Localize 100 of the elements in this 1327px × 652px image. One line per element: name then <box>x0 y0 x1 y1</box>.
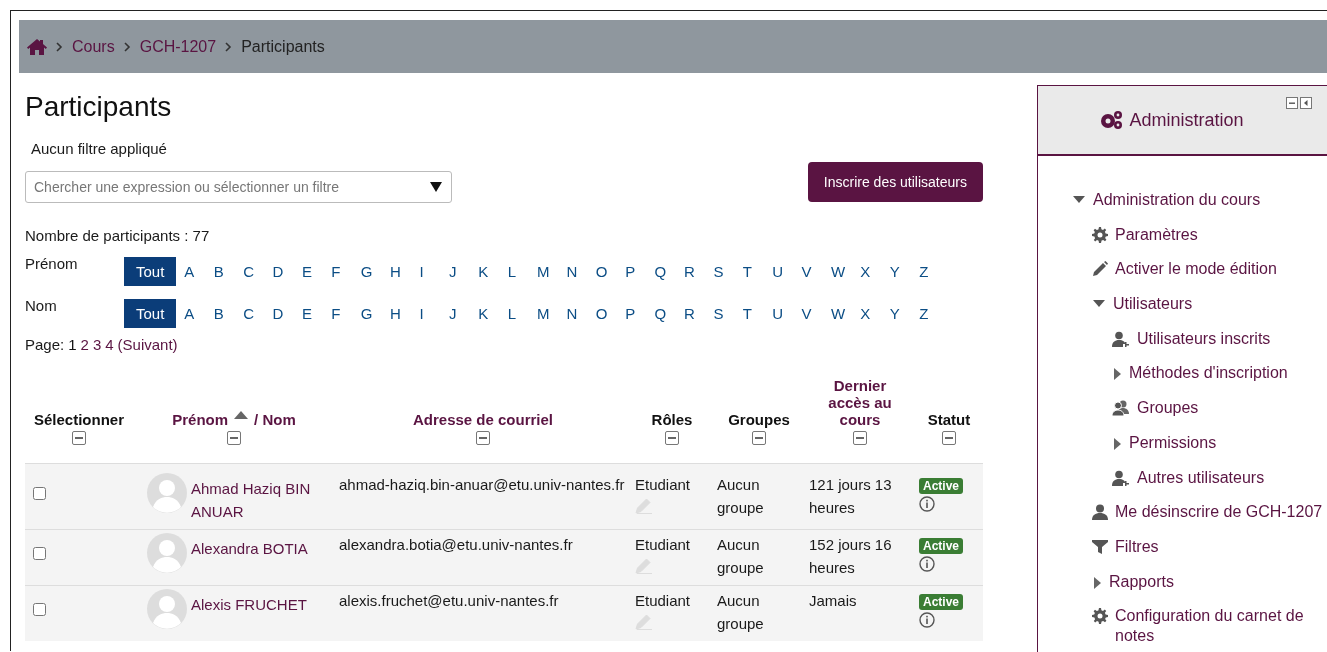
dock-icon[interactable] <box>1300 97 1312 109</box>
admin-menu-link[interactable]: Activer le mode édition <box>1115 259 1277 280</box>
column-header[interactable]: Prénom <box>172 411 229 428</box>
minimize-icon[interactable] <box>1286 97 1298 109</box>
filter-field[interactable]: Chercher une expression ou sélectionner un filtre <box>25 171 452 203</box>
row-checkbox[interactable] <box>33 603 46 616</box>
breadcrumb-link[interactable]: GCH-1207 <box>139 37 217 56</box>
initial-link[interactable]: R <box>684 263 714 280</box>
initial-link[interactable]: J <box>448 263 479 280</box>
admin-menu-link[interactable]: Paramètres <box>1115 224 1198 245</box>
initial-link[interactable]: F <box>331 305 361 322</box>
info-icon[interactable] <box>919 612 935 628</box>
admin-menu-link[interactable]: Groupes <box>1137 398 1199 419</box>
initial-link[interactable]: L <box>507 305 538 322</box>
initial-link[interactable]: C <box>243 263 273 280</box>
collapsed-caret-icon[interactable] <box>1092 576 1102 589</box>
initial-link[interactable]: Y <box>889 305 920 322</box>
admin-menu-link[interactable]: Méthodes d'inscription <box>1129 363 1288 384</box>
admin-menu-link[interactable]: Me désinscrire de GCH-1207 <box>1115 502 1323 523</box>
initial-link[interactable]: N <box>566 305 596 322</box>
initial-link[interactable]: N <box>566 263 596 280</box>
initial-link[interactable]: M <box>537 305 567 322</box>
row-checkbox[interactable] <box>33 547 46 560</box>
admin-menu-link[interactable]: Rapports <box>1109 571 1174 592</box>
initial-link[interactable]: G <box>360 305 391 322</box>
column-header[interactable]: Dernier accès au cours <box>820 377 900 428</box>
initial-link[interactable]: K <box>478 263 508 280</box>
collapse-icon[interactable] <box>72 431 86 445</box>
initial-link[interactable]: W <box>830 305 861 322</box>
info-icon[interactable] <box>919 556 935 572</box>
initial-link[interactable]: D <box>272 263 302 280</box>
initial-link[interactable]: A <box>184 305 214 322</box>
collapse-icon[interactable] <box>853 431 867 445</box>
initial-link[interactable]: W <box>830 263 861 280</box>
initial-link[interactable]: O <box>595 263 626 280</box>
collapse-icon[interactable] <box>665 431 679 445</box>
initial-link[interactable]: R <box>684 305 714 322</box>
dropdown-caret-icon[interactable] <box>430 182 442 192</box>
collapse-icon[interactable] <box>476 431 490 445</box>
admin-menu-link[interactable]: Filtres <box>1115 536 1159 557</box>
initial-link[interactable]: Q <box>654 305 684 322</box>
initial-link[interactable]: T <box>742 305 773 322</box>
initial-link[interactable]: M <box>537 263 567 280</box>
initial-link[interactable]: Z <box>919 305 949 322</box>
admin-menu-link[interactable]: Utilisateurs inscrits <box>1137 328 1271 349</box>
initial-link[interactable]: Tout <box>124 299 177 328</box>
column-header[interactable]: / Nom <box>254 411 296 428</box>
home-icon[interactable] <box>27 38 47 55</box>
initial-link[interactable]: H <box>390 305 420 322</box>
enrol-users-button[interactable]: Inscrire des utilisateurs <box>807 162 983 202</box>
initial-link[interactable]: S <box>713 305 743 322</box>
initial-link[interactable]: X <box>860 305 890 322</box>
initial-link[interactable]: V <box>801 263 831 280</box>
initial-link[interactable]: S <box>713 263 743 280</box>
row-checkbox[interactable] <box>33 487 46 500</box>
initial-link[interactable]: Y <box>889 263 920 280</box>
initial-link[interactable]: E <box>301 263 332 280</box>
collapsed-caret-icon[interactable] <box>1112 437 1122 450</box>
initial-link[interactable]: Z <box>919 263 949 280</box>
initial-link[interactable]: A <box>184 263 214 280</box>
info-icon[interactable] <box>919 496 935 512</box>
initial-link[interactable]: P <box>625 305 655 322</box>
initial-link[interactable]: C <box>243 305 273 322</box>
initial-link[interactable]: H <box>390 263 420 280</box>
collapsed-caret-icon[interactable] <box>1112 368 1122 381</box>
next-page-link[interactable]: (Suivant) <box>117 336 178 353</box>
initial-link[interactable]: G <box>360 263 391 280</box>
initial-link[interactable]: Tout <box>124 257 177 286</box>
initial-link[interactable]: X <box>860 263 890 280</box>
collapse-icon[interactable] <box>227 431 241 445</box>
initial-link[interactable]: P <box>625 263 655 280</box>
initial-link[interactable]: L <box>507 263 538 280</box>
collapse-icon[interactable] <box>752 431 766 445</box>
collapse-icon[interactable] <box>942 431 956 445</box>
expanded-caret-icon[interactable] <box>1072 195 1086 205</box>
column-header[interactable]: Adresse de courriel <box>339 411 627 428</box>
admin-menu-link[interactable]: Autres utilisateurs <box>1137 467 1265 488</box>
admin-menu-link[interactable]: Utilisateurs <box>1113 294 1193 315</box>
initial-link[interactable]: E <box>301 305 332 322</box>
initial-link[interactable]: B <box>213 263 244 280</box>
breadcrumb-link[interactable]: Cours <box>72 37 115 56</box>
initial-link[interactable]: T <box>742 263 773 280</box>
initial-link[interactable]: U <box>772 305 802 322</box>
admin-menu-link[interactable]: Administration du cours <box>1093 190 1261 210</box>
initial-link[interactable]: Q <box>654 263 684 280</box>
page-link[interactable]: 1 <box>68 336 77 353</box>
initial-link[interactable]: D <box>272 305 302 322</box>
initial-link[interactable]: K <box>478 305 508 322</box>
initial-link[interactable]: I <box>419 263 449 280</box>
initial-link[interactable]: V <box>801 305 831 322</box>
initial-link[interactable]: I <box>419 305 449 322</box>
page-link[interactable]: 3 <box>92 336 102 353</box>
initial-link[interactable]: O <box>595 305 626 322</box>
admin-menu-link[interactable]: Configuration du carnet de notes <box>1115 606 1327 647</box>
page-link[interactable]: 4 <box>105 336 114 353</box>
initial-link[interactable]: B <box>213 305 244 322</box>
page-link[interactable]: 2 <box>80 336 89 353</box>
initial-link[interactable]: F <box>331 263 361 280</box>
initial-link[interactable]: U <box>772 263 802 280</box>
admin-menu-link[interactable]: Permissions <box>1129 432 1217 453</box>
